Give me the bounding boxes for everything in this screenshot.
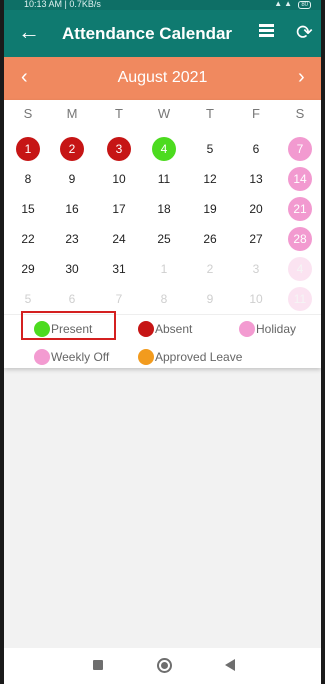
calendar-day[interactable]: 3 [107, 137, 131, 161]
calendar-day[interactable]: 9 [60, 167, 84, 191]
page-title: Attendance Calendar [62, 24, 233, 43]
home-icon[interactable] [157, 658, 172, 673]
calendar-day[interactable]: 16 [60, 197, 84, 221]
status-bar: 10:13 AM | 0.7KB/s ▲▲ 80 [0, 0, 325, 10]
calendar-day[interactable]: 8 [152, 287, 176, 311]
calendar-day[interactable]: 31 [107, 257, 131, 281]
calendar-day[interactable]: 6 [60, 287, 84, 311]
calendar-day[interactable]: 2 [198, 257, 222, 281]
legend-label: Weekly Off [51, 350, 110, 364]
list-view-icon[interactable] [259, 24, 274, 39]
back-arrow-icon[interactable]: ← [18, 19, 40, 45]
calendar-day[interactable]: 26 [198, 227, 222, 251]
calendar-day[interactable]: 14 [288, 167, 312, 191]
next-month-button[interactable]: › [298, 66, 305, 89]
calendar-day[interactable]: 13 [244, 167, 268, 191]
calendar-day[interactable]: 15 [16, 197, 40, 221]
device-edge-right [321, 0, 325, 684]
back-triangle-icon[interactable] [225, 659, 235, 671]
calendar-day[interactable]: 21 [288, 197, 312, 221]
calendar-day[interactable]: 12 [198, 167, 222, 191]
calendar-day[interactable]: 29 [16, 257, 40, 281]
calendar-day[interactable]: 19 [198, 197, 222, 221]
calendar-day[interactable]: 30 [60, 257, 84, 281]
calendar-day[interactable]: 5 [16, 287, 40, 311]
calendar-day[interactable]: 1 [16, 137, 40, 161]
calendar-day[interactable]: 11 [152, 167, 176, 191]
weekday-label: S [295, 106, 305, 121]
calendar-day[interactable]: 4 [152, 137, 176, 161]
system-nav-bar [0, 648, 325, 684]
calendar-day[interactable]: 24 [107, 227, 131, 251]
weekday-label: M [66, 106, 78, 121]
calendar-day[interactable]: 10 [107, 167, 131, 191]
device-edge-left [0, 0, 4, 684]
calendar-day[interactable]: 23 [60, 227, 84, 251]
approved-leave-color-dot [138, 349, 154, 365]
calendar-day[interactable]: 5 [198, 137, 222, 161]
calendar-day[interactable]: 11 [288, 287, 312, 311]
calendar-day[interactable]: 20 [244, 197, 268, 221]
calendar-day[interactable]: 28 [288, 227, 312, 251]
calendar-day[interactable]: 3 [244, 257, 268, 281]
status-bar-time: 10:13 AM | 0.7KB/s [24, 0, 101, 9]
present-highlight-box [21, 311, 116, 340]
calendar-days: 1 2 3 4 5 6 7 8 9 10 11 12 13 14 15 16 17 18 19 20 21 22 23 24 2… [4, 136, 321, 316]
weekday-label: T [115, 106, 123, 121]
weekly-off-color-dot [34, 349, 50, 365]
weekday-label: F [252, 106, 260, 121]
calendar-day[interactable]: 4 [288, 257, 312, 281]
recent-apps-icon[interactable] [93, 660, 103, 670]
calendar-day[interactable]: 6 [244, 137, 268, 161]
calendar-day[interactable]: 25 [152, 227, 176, 251]
calendar-day[interactable]: 18 [152, 197, 176, 221]
signal-icon: ▲▲ [274, 0, 295, 8]
calendar-day[interactable]: 7 [107, 287, 131, 311]
app-bar: ← Attendance Calendar ⟳ [0, 10, 325, 57]
month-header: ‹ August 2021 › [4, 57, 321, 100]
month-title: August 2021 [117, 69, 208, 86]
holiday-color-dot [239, 321, 255, 337]
calendar-day[interactable]: 10 [244, 287, 268, 311]
calendar-day[interactable]: 1 [152, 257, 176, 281]
calendar-day[interactable]: 9 [198, 287, 222, 311]
legend-label: Absent [155, 322, 193, 336]
calendar-day[interactable]: 2 [60, 137, 84, 161]
weekday-label: W [157, 106, 171, 121]
status-bar-icons: ▲▲ 80 [274, 0, 311, 9]
calendar-day[interactable]: 17 [107, 197, 131, 221]
weekday-header: SMTWTFS [4, 106, 321, 122]
refresh-icon[interactable]: ⟳ [296, 20, 313, 45]
battery-icon: 80 [298, 1, 311, 9]
calendar-day[interactable]: 8 [16, 167, 40, 191]
calendar-day[interactable]: 27 [244, 227, 268, 251]
calendar-day[interactable]: 7 [288, 137, 312, 161]
weekday-label: T [206, 106, 214, 121]
weekday-label: S [23, 106, 33, 121]
absent-color-dot [138, 321, 154, 337]
legend-label: Holiday [256, 322, 297, 336]
legend-label: Approved Leave [155, 350, 243, 364]
calendar-day[interactable]: 22 [16, 227, 40, 251]
